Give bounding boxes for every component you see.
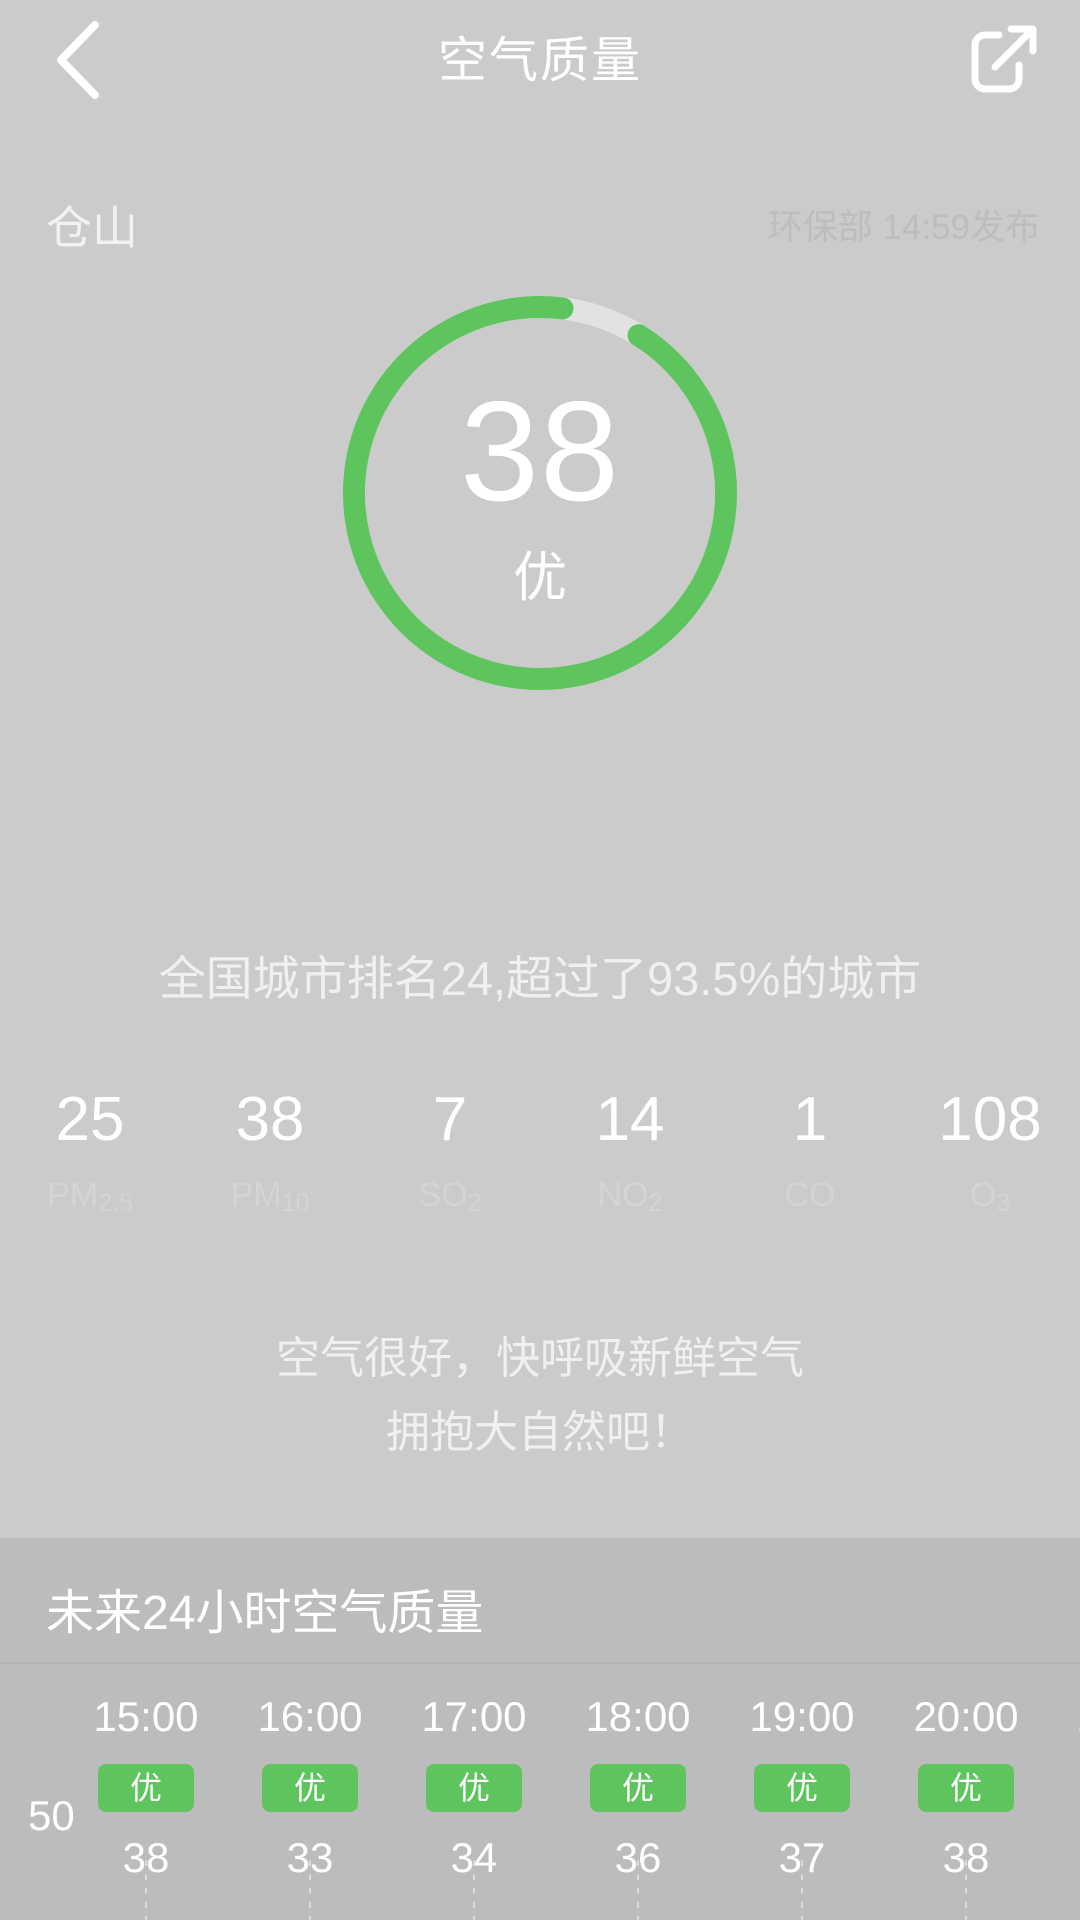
station-info-row: 仓山 环保部 14:59发布 bbox=[0, 196, 1080, 262]
hourly-forecast-item[interactable]: 19:00优37 bbox=[720, 1666, 884, 1920]
hour-time: 16:00 bbox=[257, 1688, 362, 1746]
pollutant-value: 7 bbox=[433, 1082, 467, 1158]
hourly-forecast-item[interactable]: 17:00优34 bbox=[392, 1666, 556, 1920]
hourly-forecast-section: 未来24小时空气质量 50 15:00优3816:00优3317:00优3418… bbox=[0, 1538, 1080, 1920]
hour-guide-line bbox=[965, 1860, 967, 1920]
aqi-gauge: 38 优 bbox=[325, 278, 755, 708]
pollutant-label: SO2 bbox=[418, 1170, 481, 1223]
pollutant-value: 1 bbox=[793, 1082, 827, 1158]
pollutant-item: 38 PM10 bbox=[180, 1082, 360, 1232]
pollutant-label-subscript: 2 bbox=[468, 1189, 482, 1217]
hour-guide-line bbox=[473, 1860, 475, 1920]
hourly-forecast-item[interactable]: 20:00优38 bbox=[884, 1666, 1048, 1920]
hour-level-badge: 优 bbox=[590, 1764, 686, 1812]
hour-time: 15:00 bbox=[93, 1688, 198, 1746]
pollutant-label: PM10 bbox=[231, 1170, 310, 1223]
pollutant-label: O3 bbox=[970, 1170, 1010, 1223]
hour-guide-line bbox=[801, 1860, 803, 1920]
city-name: 仓山 bbox=[46, 196, 138, 260]
pollutant-item: 25 PM2.5 bbox=[0, 1082, 180, 1232]
navigation-bar: 空气质量 bbox=[0, 0, 1080, 122]
pollutant-label: CO bbox=[785, 1170, 836, 1220]
hourly-forecast-item[interactable]: 18:00优36 bbox=[556, 1666, 720, 1920]
aqi-value: 38 bbox=[460, 381, 620, 523]
hour-level-badge: 优 bbox=[262, 1764, 358, 1812]
hour-level-badge: 优 bbox=[426, 1764, 522, 1812]
hourly-forecast-item[interactable]: 15:00优38 bbox=[64, 1666, 228, 1920]
share-button[interactable] bbox=[954, 14, 1052, 108]
hour-level-badge: 优 bbox=[98, 1764, 194, 1812]
hourly-forecast-item[interactable]: 16:00优33 bbox=[228, 1666, 392, 1920]
pollutant-label-subscript: 2.5 bbox=[98, 1189, 133, 1217]
advisory-line-2: 拥抱大自然吧！ bbox=[0, 1396, 1080, 1470]
pollutant-label-subscript: 2 bbox=[649, 1189, 663, 1217]
publish-info: 环保部 14:59发布 bbox=[768, 196, 1040, 260]
pollutant-label: PM2.5 bbox=[47, 1170, 133, 1223]
pollutant-label: NO2 bbox=[598, 1170, 663, 1223]
hour-time: 17:00 bbox=[421, 1688, 526, 1746]
pollutant-value: 108 bbox=[938, 1082, 1041, 1158]
pollutant-item: 108 O3 bbox=[900, 1082, 1080, 1232]
advisory-line-1: 空气很好，快呼吸新鲜空气 bbox=[0, 1322, 1080, 1396]
pollutant-value: 38 bbox=[236, 1082, 305, 1158]
pollutant-label-subscript: 10 bbox=[282, 1189, 310, 1217]
hour-time: 20:00 bbox=[913, 1688, 1018, 1746]
air-quality-overview: 空气质量 仓山 环保部 14:59发布 38 优 全国城市排名24,超过了93.… bbox=[0, 0, 1080, 1538]
pollutant-value: 14 bbox=[596, 1082, 665, 1158]
pollutant-label-subscript: 3 bbox=[996, 1189, 1010, 1217]
hourly-forecast-strip[interactable]: 50 15:00优3816:00优3317:00优3418:00优3619:00… bbox=[0, 1666, 1080, 1920]
hour-level-badge: 优 bbox=[754, 1764, 850, 1812]
hour-guide-line bbox=[145, 1860, 147, 1920]
pollutant-item: 1 CO bbox=[720, 1082, 900, 1232]
gauge-center-readout: 38 优 bbox=[325, 278, 755, 708]
hour-time: 18:00 bbox=[585, 1688, 690, 1746]
external-link-icon bbox=[965, 21, 1041, 102]
pollutant-value: 25 bbox=[56, 1082, 125, 1158]
pollutant-list: 25 PM2.5 38 PM10 7 SO2 14 NO2 1 CO 108 O3 bbox=[0, 1082, 1080, 1232]
hour-level-badge: 优 bbox=[918, 1764, 1014, 1812]
aqi-level: 优 bbox=[513, 551, 567, 605]
advisory-text: 空气很好，快呼吸新鲜空气 拥抱大自然吧！ bbox=[0, 1322, 1080, 1470]
hourly-forecast-item[interactable]: 21:00优38 bbox=[1048, 1666, 1080, 1920]
hourly-forecast-track[interactable]: 15:00优3816:00优3317:00优3418:00优3619:00优37… bbox=[64, 1666, 1080, 1920]
hour-guide-line bbox=[637, 1860, 639, 1920]
page-title: 空气质量 bbox=[0, 14, 1080, 108]
forecast-section-title: 未来24小时空气质量 bbox=[46, 1570, 483, 1658]
national-rank-text: 全国城市排名24,超过了93.5%的城市 bbox=[0, 944, 1080, 1014]
hour-time: 19:00 bbox=[749, 1688, 854, 1746]
section-divider bbox=[0, 1662, 1080, 1664]
hour-guide-line bbox=[309, 1860, 311, 1920]
pollutant-item: 14 NO2 bbox=[540, 1082, 720, 1232]
pollutant-item: 7 SO2 bbox=[360, 1082, 540, 1232]
